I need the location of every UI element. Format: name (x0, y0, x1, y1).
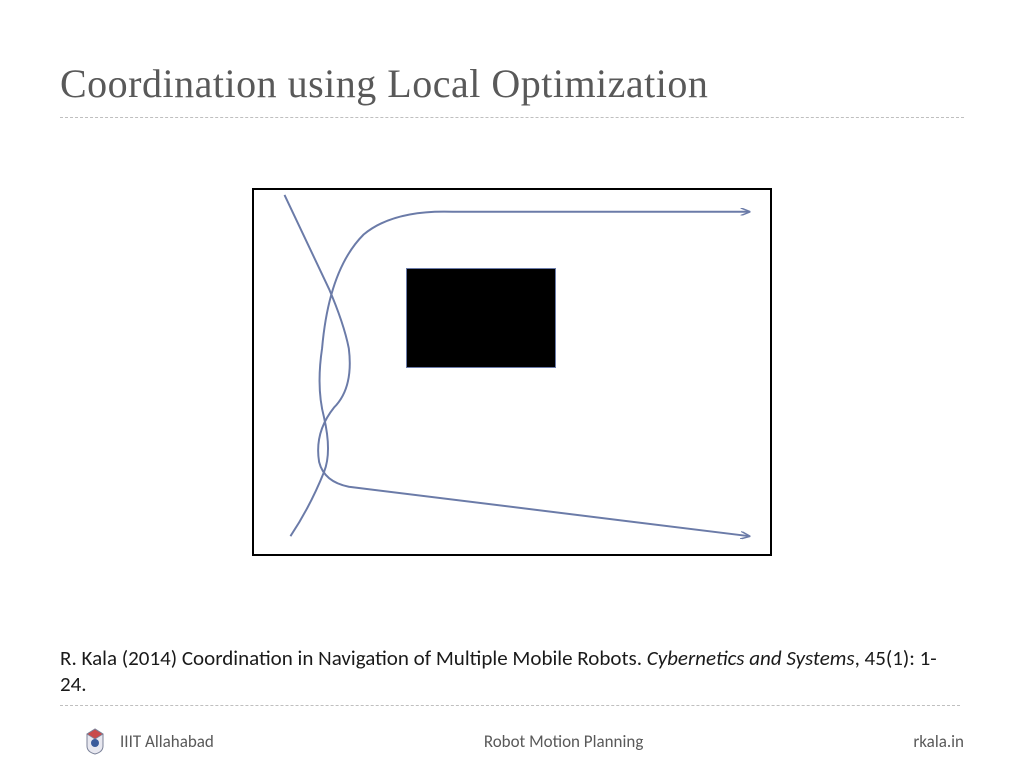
institute-logo-icon (80, 726, 110, 756)
footer-right-text: rkala.in (913, 731, 964, 752)
citation: R. Kala (2014) Coordination in Navigatio… (60, 645, 960, 707)
citation-italic: Cybernetics and Systems (647, 645, 855, 671)
footer: IIIT Allahabad Robot Motion Planning rka… (0, 726, 1024, 756)
slide: Coordination using Local Optimization R.… (0, 0, 1024, 768)
footer-center-text: Robot Motion Planning (214, 731, 913, 752)
trajectory-svg (254, 190, 770, 554)
citation-prefix: R. Kala (2014) Coordination in Navigatio… (60, 645, 647, 671)
figure-area (60, 188, 964, 556)
footer-left-text: IIIT Allahabad (120, 731, 214, 752)
slide-title: Coordination using Local Optimization (60, 60, 964, 118)
figure-box (252, 188, 772, 556)
footer-left: IIIT Allahabad (80, 726, 214, 756)
